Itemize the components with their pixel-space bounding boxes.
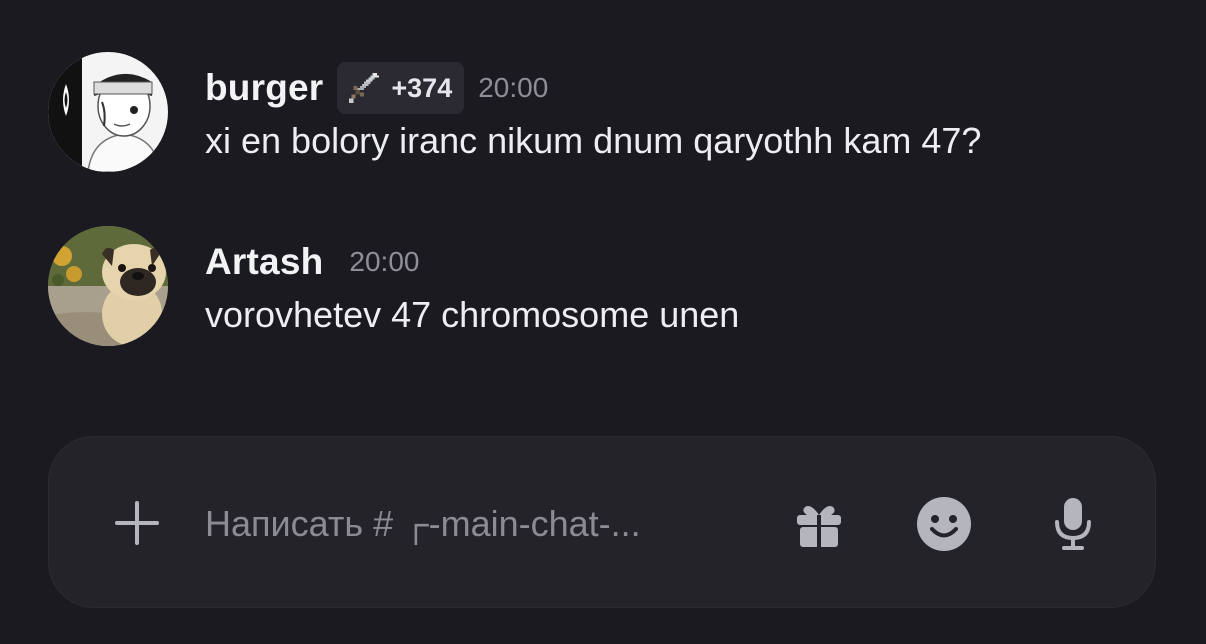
emoji-icon xyxy=(917,497,971,551)
microphone-icon xyxy=(1055,498,1091,550)
message-body: burger +374 20:00 xi en bolory iranc nik… xyxy=(205,52,981,162)
avatar-image-burger xyxy=(48,52,168,172)
avatar[interactable] xyxy=(48,52,168,172)
message-timestamp: 20:00 xyxy=(478,72,549,103)
plus-icon xyxy=(115,501,159,545)
user-tag-badge[interactable]: +374 xyxy=(337,62,465,114)
message-header: Artash 20:00 xyxy=(205,236,739,288)
avatar[interactable] xyxy=(48,226,168,346)
avatar-image-artash xyxy=(48,226,168,346)
message-header: burger +374 20:00 xyxy=(205,62,981,114)
sword-icon xyxy=(349,73,380,103)
emoji-button[interactable] xyxy=(915,495,973,553)
gift-button[interactable] xyxy=(791,497,847,553)
message-timestamp: 20:00 xyxy=(349,246,420,277)
message-body: Artash 20:00 vorovhetev 47 chromosome un… xyxy=(205,226,739,336)
message-composer xyxy=(48,436,1156,608)
username[interactable]: Artash xyxy=(205,241,323,283)
voice-message-button[interactable] xyxy=(1045,495,1101,553)
chat-app: burger +374 20:00 xi en bolory iranc nik… xyxy=(0,0,1206,644)
message-input[interactable] xyxy=(205,499,735,549)
username[interactable]: burger xyxy=(205,67,323,109)
message-text: vorovhetev 47 chromosome unen xyxy=(205,294,740,335)
gift-icon xyxy=(797,506,841,547)
user-tag-text: +374 xyxy=(391,72,453,103)
message-item: burger +374 20:00 xi en bolory iranc nik… xyxy=(48,52,981,172)
add-attachment-button[interactable] xyxy=(109,495,165,551)
message-item: Artash 20:00 vorovhetev 47 chromosome un… xyxy=(48,226,739,346)
message-text: xi en bolory iranc nikum dnum qaryothh k… xyxy=(205,120,982,161)
